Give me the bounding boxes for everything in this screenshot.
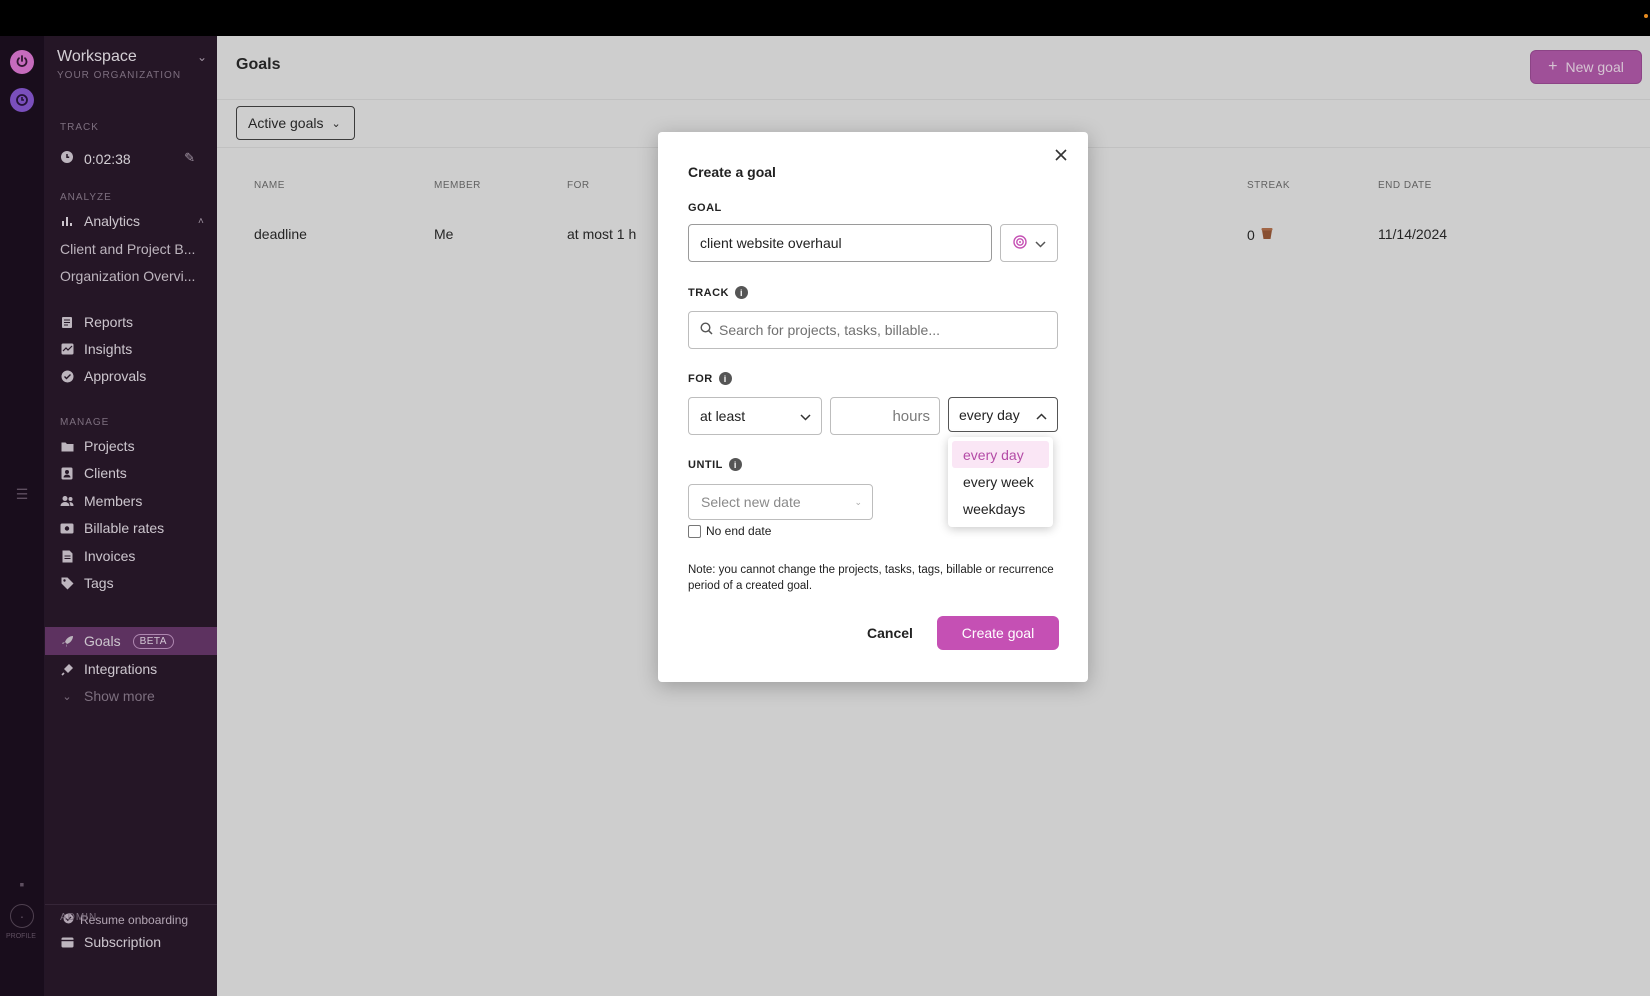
cancel-button[interactable]: Cancel [858,616,922,650]
end-date-picker[interactable]: Select new date ⌄ [688,484,873,520]
screen-top-bar [0,0,1650,36]
goal-label: GOAL [688,202,722,214]
recording-indicator [1644,14,1648,18]
chevron-down-icon [1034,235,1046,251]
track-label-text: TRACK [688,286,729,299]
info-icon[interactable]: i [728,458,742,471]
create-goal-button[interactable]: Create goal [937,616,1059,650]
target-icon [1012,234,1027,252]
period-dropdown-menu: every day every week weekdays [948,437,1053,527]
close-icon[interactable] [1050,144,1072,166]
period-option-every-week[interactable]: every week [952,468,1049,495]
comparator-select[interactable]: at least [688,397,822,435]
chevron-up-icon [1036,407,1047,423]
track-search-input[interactable]: Search for projects, tasks, billable... [688,311,1058,349]
no-end-date-checkbox[interactable] [688,524,701,538]
comparator-value: at least [700,408,746,424]
until-label-text: UNTIL [688,458,723,471]
chevron-down-icon [800,408,811,424]
for-label: FOR i [688,372,732,385]
no-end-date-option[interactable]: No end date [688,524,771,538]
date-placeholder: Select new date [701,494,801,510]
create-goal-dialog: Create a goal GOAL client website overha… [658,132,1088,682]
track-label: TRACK i [688,286,748,299]
track-search-placeholder: Search for projects, tasks, billable... [719,322,940,338]
chevron-down-icon: ⌄ [854,496,862,507]
note-text: Note: you cannot change the projects, ta… [688,564,1054,592]
info-icon[interactable]: i [735,286,748,299]
for-label-text: FOR [688,372,713,385]
period-option-weekdays[interactable]: weekdays [952,495,1049,522]
info-icon[interactable]: i [718,372,732,385]
goal-icon-select[interactable] [1000,224,1058,262]
goal-name-input[interactable]: client website overhaul [688,224,992,262]
no-end-date-label: No end date [706,524,772,538]
until-label: UNTIL i [688,458,742,471]
hours-input[interactable]: hours [830,397,940,435]
search-icon [700,322,713,338]
period-value: every day [959,406,1020,423]
dialog-title: Create a goal [688,164,776,180]
period-option-every-day[interactable]: every day [952,441,1049,468]
period-select[interactable]: every day [948,397,1058,432]
